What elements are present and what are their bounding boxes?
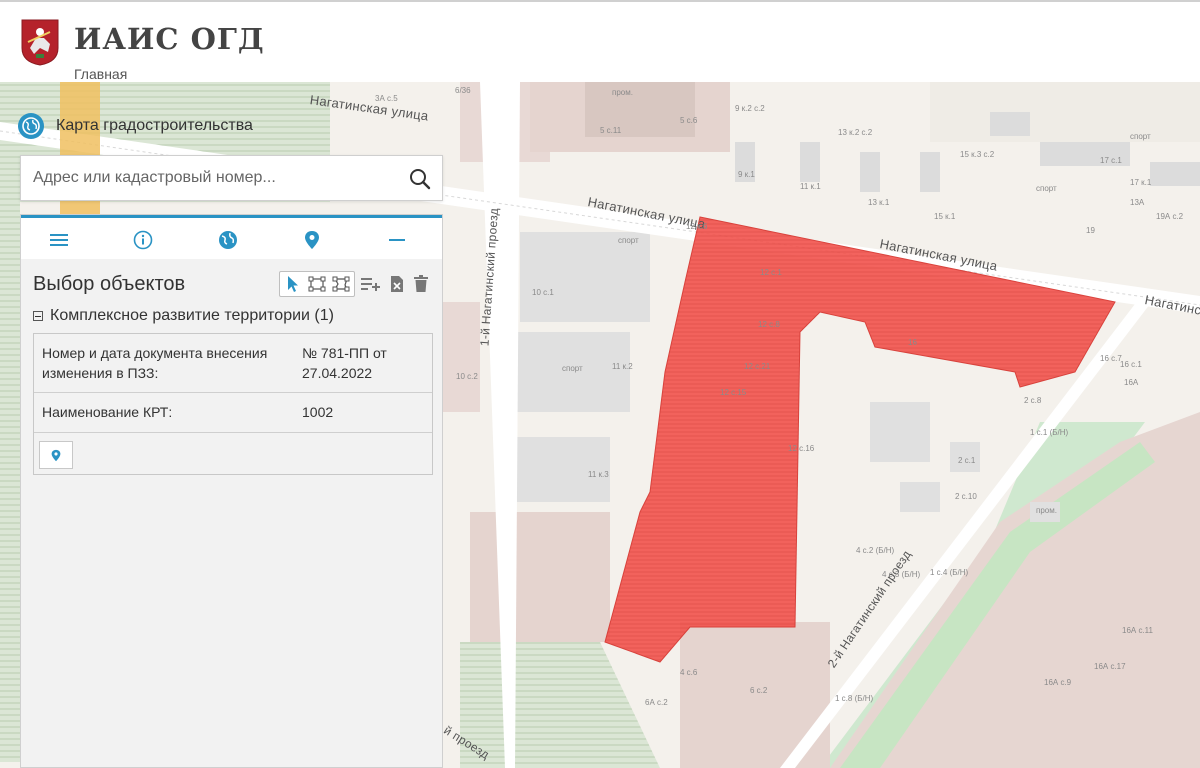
map-building-label: 11 к.1 [800,182,821,191]
map-building-label: 1 с.4 (Б/Н) [930,568,969,577]
map-building-label: 6/36 [455,86,471,95]
moscow-coat-of-arms-logo[interactable] [20,18,60,66]
map-building-label: 16А с.9 [1044,678,1072,687]
layer-title-label: Карта градостроительства [56,117,253,134]
globe-icon [18,113,44,139]
selection-panel: Выбор объектов Комплексное развитие терр… [20,214,443,768]
map-building-label: 4 с.2 (Б/Н) [856,546,895,555]
map-building-label: 12 с.8 [758,320,780,329]
map-building-label: 1 с.8 (Б/Н) [835,694,874,703]
map-building-label: 4 с.6 [680,668,698,677]
attribute-key: Наименование КРТ: [42,404,173,420]
cursor-select-icon[interactable] [283,274,303,294]
map-building-label: 11 к.3 [588,470,609,479]
table-row: Наименование КРТ: 1002 [34,392,432,433]
map-building-label: 13 к.1 [868,198,890,207]
map-building-label: 1 с.1 (Б/Н) [1030,428,1069,437]
map-building-label: 6А с.2 [645,698,668,707]
map-building-label: пром. [1036,506,1057,515]
attribute-key: Номер и дата документа внесения изменени… [42,345,268,381]
add-to-list-icon[interactable] [361,273,381,295]
panel-title: Выбор объектов [33,273,186,295]
globe-icon[interactable] [214,226,242,254]
map-building-label: 12 с.21 [744,362,771,371]
map-building-label: 9 к.2 с.2 [735,104,765,113]
map-building-label: 16 [908,338,917,347]
map-building-label: 10 с.1 [532,288,554,297]
attribute-value: 1002 [302,404,334,420]
map-building-label: 19 [1086,226,1095,235]
map-pin-icon [51,449,61,461]
map-pin-icon[interactable] [298,226,326,254]
map-building-label: спорт [618,236,639,245]
map-building-label: 15 к.1 [934,212,956,221]
map-building-label: 9 к.1 [738,170,755,179]
krt-group-label: Комплексное развитие территории (1) [50,307,334,324]
map-building-label: 6 с.2 [750,686,768,695]
layer-title[interactable]: Карта градостроительства [18,113,253,139]
map-building-label: 12 с.16 [788,444,815,453]
map-building-label: спорт [562,364,583,373]
table-row: Номер и дата документа внесения изменени… [34,334,432,393]
app-title[interactable]: ИАИС ОГД [74,22,265,56]
app-header: ИАИС ОГД Главная [0,0,1200,82]
info-icon[interactable] [129,226,157,254]
map-building-label: 12 с.1 [760,268,782,277]
minus-icon[interactable] [383,226,411,254]
export-excel-icon[interactable] [387,273,407,295]
map-building-label: 13А [1130,198,1145,207]
map-building-label: 16А [1124,378,1139,387]
map-building-label: спорт [1130,132,1151,141]
menu-icon[interactable] [45,226,73,254]
map-building-label: 17 с.1 [1100,156,1122,165]
map-building-label: спорт [1036,184,1057,193]
map-building-label: пром. [612,88,633,97]
map-building-label: 2 с.1 [958,456,976,465]
map-building-label: 10 с.2 [456,372,478,381]
map-building-label: 11 к.2 [612,362,633,371]
map-building-label: 2 с.8 [1024,396,1042,405]
breadcrumb[interactable]: Главная [74,66,127,82]
map-building-label: 5 с.11 [600,126,622,135]
selection-tool-group [279,271,355,297]
map-building-label: 19А с.2 [1156,212,1184,221]
search-icon[interactable] [408,167,432,191]
collapse-icon[interactable] [33,311,43,321]
map-building-label: 13 к.2 с.2 [838,128,873,137]
search-input[interactable] [31,168,405,188]
map-building-label: 16А с.17 [1094,662,1126,671]
map-building-label: 16 с.1 [1120,360,1142,369]
map-building-label: 15 к.3 с.2 [960,150,995,159]
map-building-label: 12 к.6 [686,222,708,231]
panel-toolbar [21,215,442,259]
map-building-label: 4 с.3 (Б/Н) [882,570,921,579]
map-building-label: 12 с.15 [720,388,747,397]
attribute-table: Номер и дата документа внесения изменени… [33,333,433,475]
krt-group-header[interactable]: Комплексное развитие территории (1) [33,307,334,325]
map-building-label: 5 с.6 [680,116,698,125]
map-building-label: 16А с.11 [1122,626,1153,635]
attribute-value: № 781-ПП от 27.04.2022 [302,345,387,381]
polygon-select-icon[interactable] [331,274,351,294]
search-box [20,155,443,201]
map-building-label: 16 с.7 [1100,354,1122,363]
map-building-label: 17 к.1 [1130,178,1152,187]
trash-icon[interactable] [411,273,431,295]
map-building-label: 2 с.10 [955,492,977,501]
map-building-label: 3А с.5 [375,94,398,103]
zoom-to-object-button[interactable] [39,441,73,469]
rectangle-select-icon[interactable] [307,274,327,294]
